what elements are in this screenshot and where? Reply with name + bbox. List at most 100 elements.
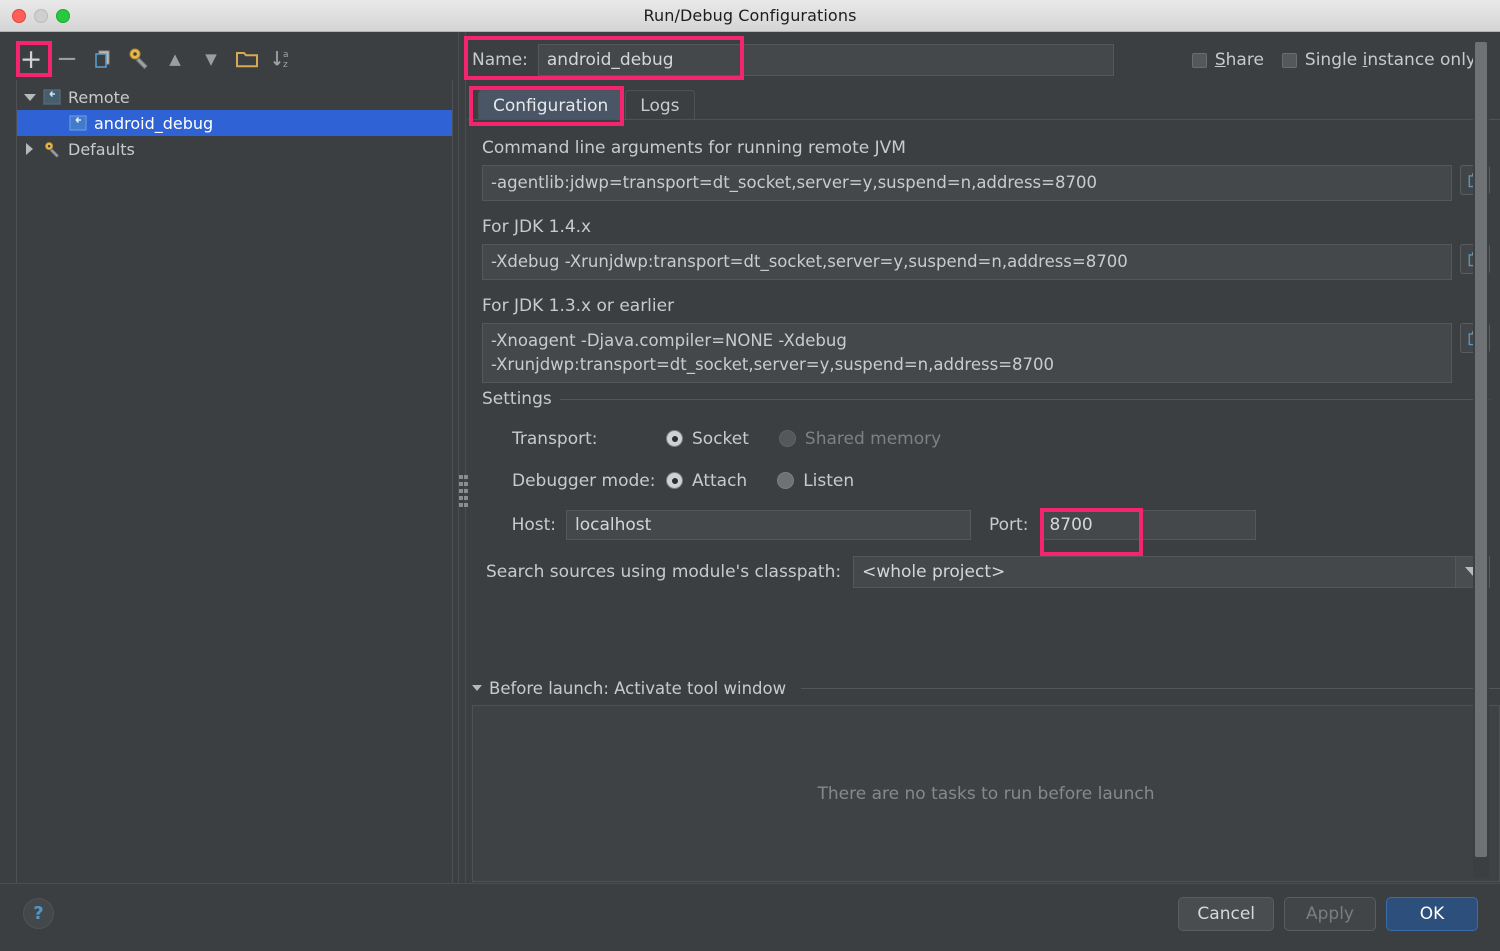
arrow-up-icon: ▲ — [169, 49, 181, 68]
remote-config-icon — [69, 114, 87, 131]
add-configuration-button[interactable]: + — [14, 42, 48, 76]
plus-icon: + — [19, 43, 43, 75]
configuration-tab-panel: Command line arguments for running remot… — [468, 119, 1500, 659]
tree-node-android-debug[interactable]: android_debug — [17, 110, 452, 136]
transport-socket-radio[interactable]: Socket — [666, 429, 749, 449]
divider — [801, 687, 1500, 689]
radio-indicator[interactable] — [666, 430, 683, 448]
cancel-button[interactable]: Cancel — [1178, 897, 1274, 931]
tree-node-label: android_debug — [94, 113, 214, 133]
cmdline-value[interactable]: -agentlib:jdwp=transport=dt_socket,serve… — [482, 165, 1452, 201]
debugger-mode-attach-radio[interactable]: Attach — [666, 471, 747, 491]
help-button[interactable]: ? — [23, 898, 54, 929]
wrench-icon — [129, 48, 148, 70]
radio-label: Attach — [692, 470, 748, 491]
configurations-tree[interactable]: Remote android_debug Defaults — [16, 80, 453, 908]
move-down-button[interactable]: ▼ — [194, 42, 228, 76]
zoom-window-button[interactable] — [56, 9, 70, 23]
search-sources-value: <whole project> — [862, 561, 1006, 582]
chevron-right-icon[interactable] — [23, 142, 37, 156]
panel-splitter[interactable] — [455, 32, 469, 883]
copy-configuration-button[interactable] — [86, 42, 120, 76]
minimize-window-button[interactable] — [34, 9, 48, 23]
scrollbar-thumb[interactable] — [1475, 42, 1487, 857]
move-up-button[interactable]: ▲ — [158, 42, 192, 76]
radio-indicator[interactable] — [666, 472, 683, 490]
ok-button[interactable]: OK — [1386, 897, 1478, 931]
minus-icon: − — [56, 44, 78, 74]
apply-button[interactable]: Apply — [1284, 897, 1376, 931]
radio-label: Shared memory — [804, 428, 942, 449]
radio-label: Listen — [803, 470, 855, 491]
share-checkbox[interactable]: Share — [1191, 50, 1264, 70]
name-input[interactable] — [537, 44, 1114, 76]
close-window-button[interactable] — [12, 9, 26, 23]
tab-configuration[interactable]: Configuration — [478, 90, 624, 120]
checkbox-box[interactable] — [1191, 52, 1207, 68]
before-launch-empty-message: There are no tasks to run before launch — [817, 783, 1155, 804]
splitter-line — [458, 32, 459, 883]
folder-icon — [236, 52, 258, 68]
tree-node-defaults[interactable]: Defaults — [17, 136, 452, 162]
share-label: Share — [1214, 50, 1264, 70]
run-debug-configurations-dialog: Run/Debug Configurations + − ▲ ▼ a z Rem… — [0, 0, 1500, 951]
jdk14-value[interactable]: -Xdebug -Xrunjdwp:transport=dt_socket,se… — [482, 243, 1452, 280]
host-port-row: Host: Port: — [486, 502, 1490, 548]
sort-az-icon: a z — [273, 50, 289, 70]
before-launch-header[interactable]: Before launch: Activate tool window — [472, 675, 1500, 701]
chevron-down-icon[interactable] — [23, 90, 37, 104]
window-title: Run/Debug Configurations — [643, 6, 857, 25]
tree-node-remote[interactable]: Remote — [17, 84, 452, 110]
host-label: Host: — [511, 514, 556, 535]
port-input[interactable] — [1040, 509, 1257, 540]
radio-indicator[interactable] — [777, 472, 795, 490]
copy-icon — [95, 50, 110, 68]
transport-row: Transport: Socket Shared memory — [486, 418, 1490, 460]
before-launch-title: Before launch: Activate tool window — [489, 678, 787, 698]
dialog-buttons: Cancel Apply OK — [1178, 897, 1478, 931]
debugger-mode-label: Debugger mode: — [512, 470, 656, 491]
transport-shared-memory-radio: Shared memory — [778, 428, 942, 449]
jdk14-label: For JDK 1.4.x — [482, 216, 592, 237]
search-sources-row: Search sources using module's classpath:… — [486, 548, 1490, 596]
jdk13-value[interactable]: -Xnoagent -Djava.compiler=NONE -Xdebug -… — [482, 322, 1452, 383]
window-titlebar: Run/Debug Configurations — [0, 0, 1500, 32]
configuration-editor: Name: Share Single instance only Configu… — [468, 32, 1500, 912]
chevron-down-icon[interactable] — [472, 685, 482, 691]
jdk13-label: For JDK 1.3.x or earlier — [482, 295, 675, 316]
splitter-line — [465, 32, 466, 883]
new-folder-button[interactable] — [230, 42, 264, 76]
svg-text:a: a — [283, 50, 289, 60]
edit-defaults-button[interactable] — [122, 42, 156, 76]
name-label: Name: — [472, 50, 528, 70]
settings-legend: Settings — [482, 388, 560, 409]
tree-node-label: Defaults — [68, 139, 135, 159]
debugger-mode-listen-radio[interactable]: Listen — [777, 471, 854, 491]
settings-group: Settings Transport: Socket Shared memory… — [482, 388, 1490, 596]
checkbox-box[interactable] — [1281, 52, 1297, 68]
remove-configuration-button[interactable]: − — [50, 42, 84, 76]
configurations-sidebar: + − ▲ ▼ a z Remote android_debug Default… — [0, 32, 455, 908]
single-instance-label: Single instance only — [1304, 50, 1476, 70]
host-input[interactable] — [566, 509, 971, 540]
arrow-down-icon: ▼ — [205, 49, 217, 68]
splitter-grip[interactable] — [458, 472, 466, 518]
before-launch-task-list[interactable]: There are no tasks to run before launch — [472, 705, 1500, 882]
radio-label: Socket — [692, 428, 749, 449]
jdk13-row: -Xnoagent -Djava.compiler=NONE -Xdebug -… — [482, 322, 1490, 383]
wrench-icon — [45, 141, 60, 158]
editor-tabs: Configuration Logs — [468, 86, 1500, 120]
jdk14-row: -Xdebug -Xrunjdwp:transport=dt_socket,se… — [482, 243, 1490, 280]
search-sources-label: Search sources using module's classpath: — [486, 561, 842, 582]
single-instance-only-checkbox[interactable]: Single instance only — [1281, 50, 1476, 70]
svg-text:z: z — [283, 60, 288, 70]
sort-alphabetically-button[interactable]: a z — [266, 42, 300, 76]
tab-logs[interactable]: Logs — [625, 90, 695, 120]
port-label: Port: — [989, 514, 1029, 535]
cmdline-row: -agentlib:jdwp=transport=dt_socket,serve… — [482, 165, 1490, 201]
remote-config-icon — [43, 88, 61, 105]
editor-vertical-scrollbar[interactable] — [1473, 40, 1489, 878]
transport-label: Transport: — [512, 428, 598, 449]
window-controls — [12, 9, 70, 23]
search-sources-combobox[interactable]: <whole project> — [853, 555, 1490, 588]
